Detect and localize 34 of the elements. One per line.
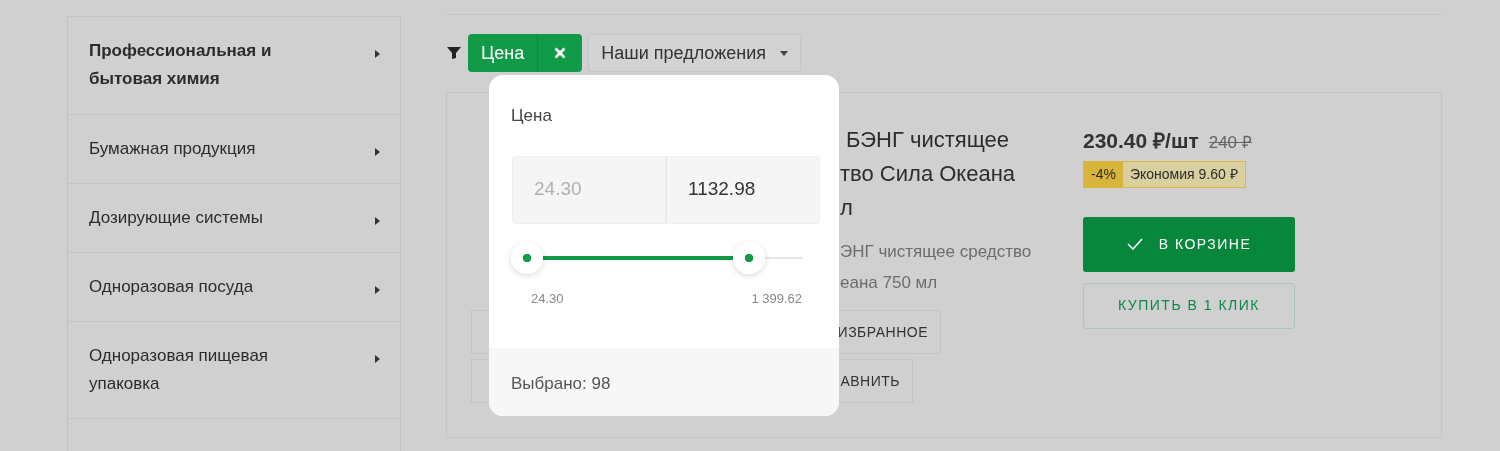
filter-icon[interactable] [446, 46, 462, 60]
caret-icon [780, 50, 788, 56]
sidebar-item[interactable]: Одноразовая посуда [68, 253, 400, 322]
product-description-fragment: ЭНГ чистящее средство [840, 241, 1033, 263]
slider-handle[interactable] [511, 241, 543, 274]
sidebar-item[interactable]: Бумажная продукция [68, 115, 400, 184]
savings-badge: Экономия 9.60 ₽ [1122, 161, 1245, 187]
caret-icon [375, 286, 380, 294]
current-price: 230.40 ₽/шт [1083, 129, 1199, 152]
range-min-label: 24.30 [531, 289, 564, 308]
product-title-fragment: тво Сила Океана [840, 160, 1017, 188]
slider-handle[interactable] [733, 241, 766, 274]
selected-count: Выбрано: 98 [489, 348, 839, 416]
check-icon [1126, 238, 1143, 250]
product-title-fragment: БЭНГ чистящее [845, 126, 1010, 154]
product-description-fragment: еана 750 мл [840, 272, 939, 294]
caret-icon [375, 217, 380, 225]
product-title-fragment: л [840, 194, 854, 222]
close-icon [554, 47, 567, 59]
popup-title: Цена [510, 105, 553, 127]
range-max-label: 1 399.62 [751, 289, 802, 308]
cart-button[interactable]: В КОРЗИНЕ [1083, 216, 1295, 272]
sidebar-item[interactable]: Одноразовая пищевая упаковка [68, 322, 400, 419]
discount-badge: -4% [1084, 161, 1123, 187]
sidebar-item[interactable]: Дозирующие системы [68, 184, 400, 253]
caret-icon [375, 148, 380, 156]
caret-icon [375, 50, 380, 58]
filter-chip-label[interactable]: Цена [468, 34, 539, 72]
old-price: 240 ₽ [1208, 133, 1252, 152]
max-price-field[interactable]: 1132.98 [666, 155, 820, 224]
min-price-field[interactable]: 24.30 [512, 155, 666, 224]
sort-dropdown[interactable]: Наши предложения [588, 34, 801, 72]
caret-icon [375, 355, 380, 363]
sidebar-item[interactable]: Профессиональная и бытовая химия [68, 17, 400, 115]
